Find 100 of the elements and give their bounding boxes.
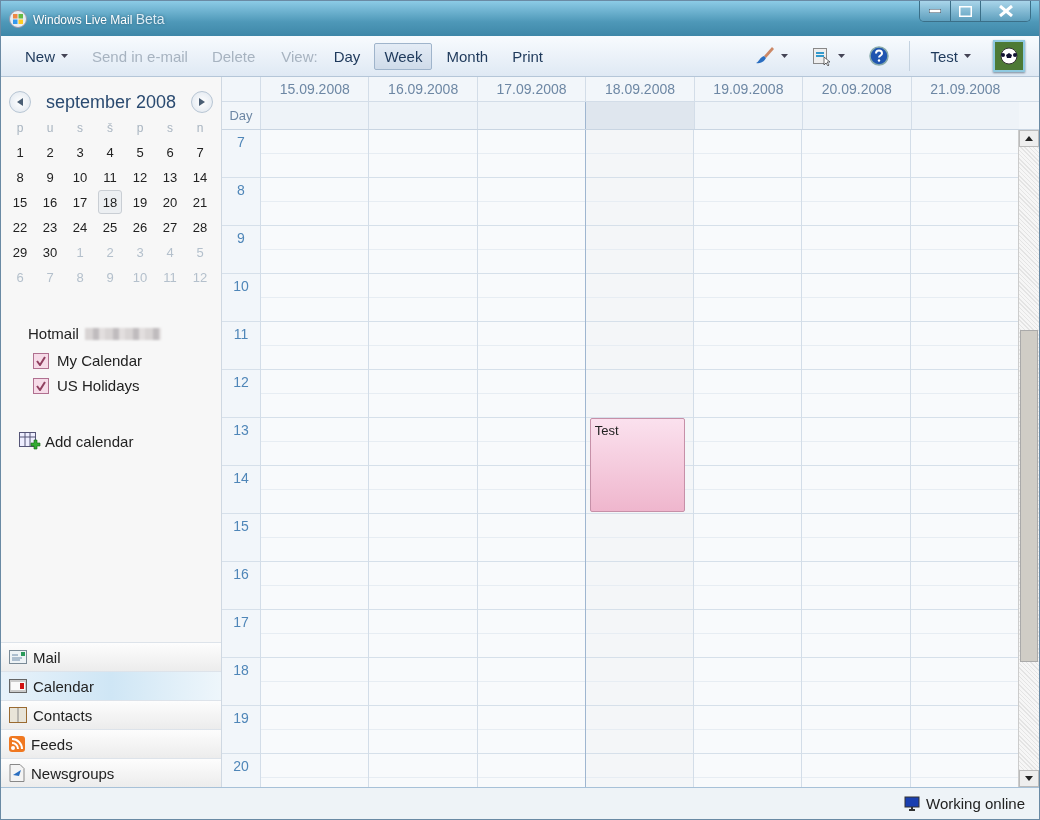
- calendar-add-icon: [19, 432, 41, 450]
- calendar-day[interactable]: 8: [8, 165, 32, 189]
- weekday-label: p: [16, 120, 24, 137]
- date-header: 21.09.2008: [910, 77, 1019, 101]
- minimize-icon: [929, 9, 941, 13]
- down-arrow-icon: [1024, 776, 1033, 781]
- right-arrow-icon: [199, 98, 205, 106]
- address-book-icon: [9, 707, 27, 723]
- minimize-button[interactable]: [920, 1, 950, 21]
- checkbox[interactable]: [33, 352, 49, 369]
- paintbrush-icon: [755, 46, 776, 66]
- date-header: 15.09.2008: [260, 77, 369, 101]
- calendar-day[interactable]: 24: [68, 215, 92, 239]
- calendar-day[interactable]: 11: [98, 165, 122, 189]
- nav-item[interactable]: Mail: [1, 642, 221, 671]
- date-header: 19.09.2008: [693, 77, 803, 101]
- weekday-label: n: [196, 120, 204, 137]
- view-button[interactable]: Month: [436, 42, 499, 70]
- calendar-day[interactable]: 18: [98, 190, 122, 214]
- scrollbar[interactable]: [1017, 130, 1039, 787]
- calendar-day[interactable]: 12: [128, 165, 152, 189]
- date-header: 20.09.2008: [802, 77, 911, 101]
- calendar-day[interactable]: 19: [128, 190, 152, 214]
- close-icon: [998, 5, 1013, 17]
- calendar-day[interactable]: 13: [158, 165, 182, 189]
- view-label: View:: [280, 47, 319, 65]
- add-calendar-button[interactable]: Add calendar: [19, 432, 221, 450]
- document-icon: [9, 764, 25, 782]
- weekday-label: s: [167, 120, 173, 137]
- calendar-day[interactable]: 14: [188, 165, 212, 189]
- weekday-label: u: [46, 120, 54, 137]
- calendar-day[interactable]: 6: [158, 140, 182, 164]
- calendar-day[interactable]: 25: [98, 215, 122, 239]
- window-title: Windows Live Mail Beta: [33, 10, 165, 27]
- all-day-cell[interactable]: [693, 102, 803, 129]
- scroll-down-button[interactable]: [1018, 770, 1039, 787]
- all-day-cell[interactable]: [802, 102, 911, 129]
- nav-item[interactable]: Calendar: [1, 671, 221, 700]
- avatar-picture[interactable]: [993, 40, 1025, 72]
- checkbox[interactable]: [33, 377, 49, 394]
- calendar-day[interactable]: 16: [38, 190, 62, 214]
- calendar-day[interactable]: 20: [158, 190, 182, 214]
- windows-logo-icon: [9, 9, 27, 28]
- all-day-cell[interactable]: [260, 102, 369, 129]
- user-menu-button[interactable]: Test: [920, 42, 981, 70]
- nav-item[interactable]: Feeds: [1, 729, 221, 758]
- month-title: september 2008: [45, 91, 177, 113]
- calendar-day[interactable]: 27: [158, 215, 182, 239]
- account-name: Hotmail: [28, 325, 79, 342]
- calendar-day[interactable]: 22: [8, 215, 32, 239]
- calendar-day[interactable]: 26: [128, 215, 152, 239]
- all-day-cell[interactable]: [476, 102, 586, 129]
- calendar-day[interactable]: 4: [98, 140, 122, 164]
- view-button[interactable]: Week: [374, 42, 433, 70]
- nav-item[interactable]: Contacts: [1, 700, 221, 729]
- next-month-button[interactable]: [191, 91, 213, 113]
- caret-icon: [838, 54, 846, 58]
- all-day-cell[interactable]: [368, 102, 477, 129]
- calendar-event[interactable]: Test: [589, 418, 686, 512]
- calendar-day[interactable]: 10: [68, 165, 92, 189]
- calendar-day[interactable]: 9: [38, 165, 62, 189]
- previous-month-button[interactable]: [9, 91, 31, 113]
- calendar-day[interactable]: 23: [38, 215, 62, 239]
- rss-icon: [9, 736, 25, 752]
- caret-icon: [61, 54, 68, 58]
- calendar-day[interactable]: 17: [68, 190, 92, 214]
- scroll-up-button[interactable]: [1018, 130, 1039, 147]
- up-arrow-icon: [1024, 136, 1033, 141]
- calendar-day[interactable]: 5: [128, 140, 152, 164]
- calendar-checkbox[interactable]: US Holidays: [1, 373, 221, 398]
- new-button[interactable]: New: [15, 42, 78, 70]
- caret-icon: [964, 54, 971, 58]
- print-button[interactable]: Print: [502, 42, 553, 70]
- calendar-day[interactable]: 2: [38, 140, 62, 164]
- calendar-day[interactable]: 15: [8, 190, 32, 214]
- calendar-checkbox[interactable]: My Calendar: [1, 348, 221, 373]
- nav-item[interactable]: Newsgroups: [1, 758, 221, 787]
- date-header: 18.09.2008: [585, 77, 694, 101]
- scroll-thumb[interactable]: [1019, 330, 1038, 662]
- calendar-day[interactable]: 28: [188, 215, 212, 239]
- date-header: 17.09.2008: [476, 77, 586, 101]
- calendar-day[interactable]: 29: [8, 240, 32, 264]
- calendar-day[interactable]: 1: [8, 140, 32, 164]
- calendar-day[interactable]: 7: [188, 140, 212, 164]
- calendar-day[interactable]: 3: [68, 140, 92, 164]
- weekday-label: p: [136, 120, 144, 137]
- maximize-button[interactable]: [950, 1, 980, 21]
- calendar-day[interactable]: 21: [188, 190, 212, 214]
- view-button[interactable]: Day: [323, 42, 371, 70]
- layout-icon: [812, 46, 833, 66]
- left-arrow-icon: [17, 98, 23, 106]
- all-day-cell[interactable]: [585, 102, 694, 129]
- close-button[interactable]: [980, 1, 1030, 21]
- status-text: Working online: [926, 795, 1025, 812]
- weekday-label: s: [77, 120, 83, 137]
- calendar-day[interactable]: 30: [38, 240, 62, 264]
- date-header: 16.09.2008: [368, 77, 477, 101]
- monitor-icon: [904, 795, 921, 812]
- all-day-cell[interactable]: [910, 102, 1019, 129]
- all-day-label: Day: [228, 107, 254, 125]
